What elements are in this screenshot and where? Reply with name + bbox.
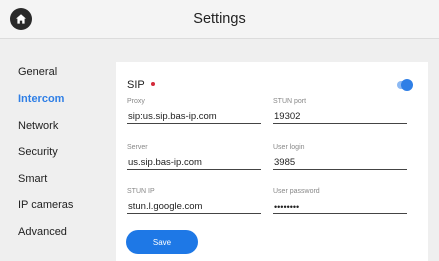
stun-ip-label: STUN IP xyxy=(127,188,155,195)
sidebar-item-network[interactable]: Network xyxy=(18,120,58,132)
user-password-input[interactable]: •••••••• xyxy=(273,200,407,214)
toggle-knob xyxy=(401,79,413,91)
stun-port-field: STUN port 19302 xyxy=(273,97,407,124)
sidebar-item-general[interactable]: General xyxy=(18,66,57,78)
sidebar-item-security[interactable]: Security xyxy=(18,146,58,158)
sidebar-item-intercom[interactable]: Intercom xyxy=(18,93,64,105)
server-field: Server us.sip.bas-ip.com xyxy=(127,143,261,170)
user-login-field: User login 3985 xyxy=(273,143,407,170)
user-login-label: User login xyxy=(273,144,305,151)
stun-port-input[interactable]: 19302 xyxy=(273,110,407,124)
save-button[interactable]: Save xyxy=(126,230,198,254)
status-dot xyxy=(151,82,155,86)
server-label: Server xyxy=(127,144,148,151)
user-login-input[interactable]: 3985 xyxy=(273,156,407,170)
user-password-field: User password •••••••• xyxy=(273,187,407,214)
sip-toggle[interactable] xyxy=(397,79,413,91)
stun-port-label: STUN port xyxy=(273,98,307,105)
stun-ip-input[interactable]: stun.l.google.com xyxy=(127,200,261,214)
proxy-label: Proxy xyxy=(127,98,145,105)
user-password-label: User password xyxy=(273,188,320,195)
server-input[interactable]: us.sip.bas-ip.com xyxy=(127,156,261,170)
stun-ip-field: STUN IP stun.l.google.com xyxy=(127,187,261,214)
proxy-input[interactable]: sip:us.sip.bas-ip.com xyxy=(127,110,261,124)
proxy-field: Proxy sip:us.sip.bas-ip.com xyxy=(127,97,261,124)
page-title: Settings xyxy=(193,11,246,27)
sidebar-item-advanced[interactable]: Advanced xyxy=(18,226,67,238)
sidebar-item-smart[interactable]: Smart xyxy=(18,173,47,185)
header-bar: Settings xyxy=(0,0,439,39)
sidebar-item-ip-cameras[interactable]: IP cameras xyxy=(18,199,73,211)
section-title: SIP xyxy=(127,79,145,91)
sip-settings-panel: SIP Proxy sip:us.sip.bas-ip.com STUN por… xyxy=(116,62,428,261)
